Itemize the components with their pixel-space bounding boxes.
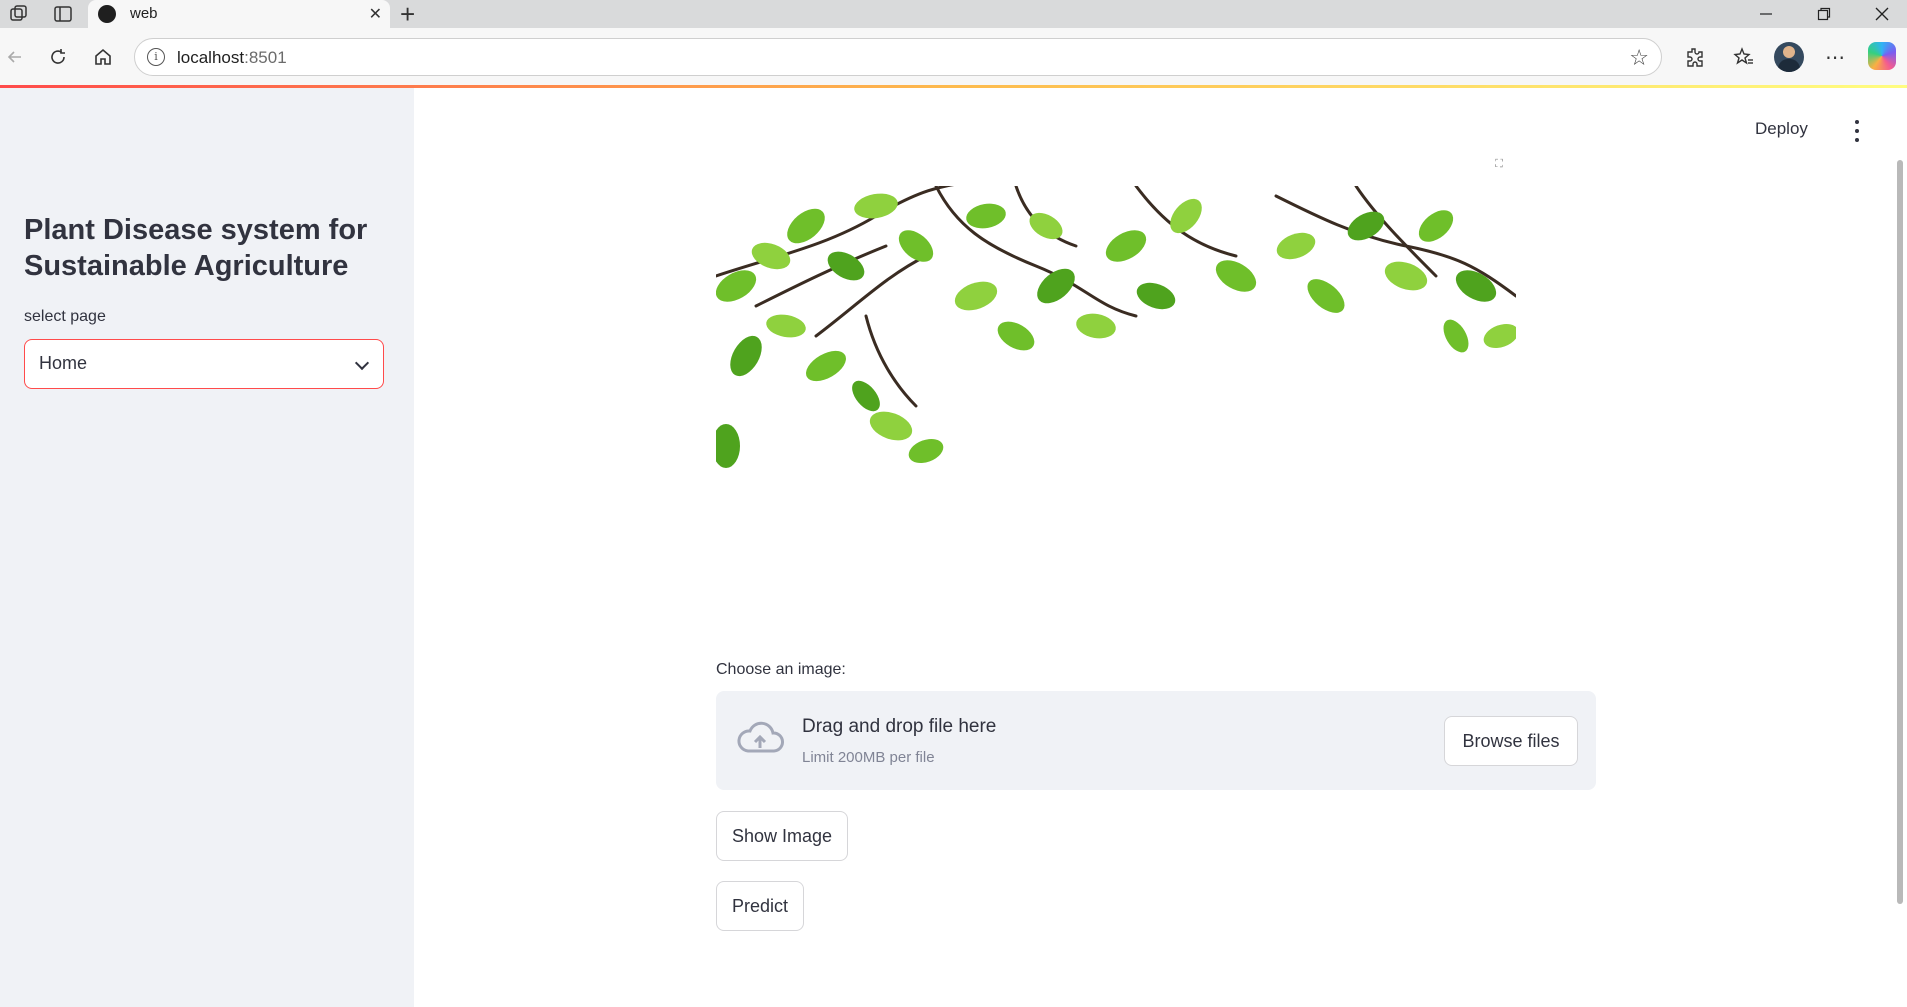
minimize-icon[interactable] [1741,0,1791,28]
extensions-icon[interactable] [1680,42,1710,72]
page-select-value: Home [39,353,88,373]
show-image-button[interactable]: Show Image [716,811,849,861]
page-select[interactable]: Home [24,339,384,389]
predict-button[interactable]: Predict [716,881,805,931]
main-menu-icon[interactable] [1852,120,1862,142]
cloud-upload-icon [737,721,784,753]
profile-avatar[interactable] [1774,42,1804,72]
upload-label: Choose an image: [716,661,846,678]
reload-icon[interactable] [45,44,71,70]
browse-files-button[interactable]: Browse files [1444,716,1578,766]
browser-tab-bar: web ✕ + [0,0,1907,28]
browser-tab[interactable]: web ✕ [88,0,390,28]
restore-icon[interactable] [1799,0,1849,28]
scrollbar[interactable] [1897,160,1903,904]
close-window-icon[interactable] [1857,0,1907,28]
copilot-icon[interactable] [1868,42,1896,70]
select-page-label: select page [24,308,106,325]
tab-close-icon[interactable]: ✕ [369,4,382,24]
url-text: localhost:8501 [177,48,287,67]
deploy-button[interactable]: Deploy [1755,119,1808,139]
home-icon[interactable] [90,44,116,70]
vertical-tabs-icon[interactable] [52,3,74,25]
new-tab-icon[interactable]: + [400,0,415,28]
workspaces-icon[interactable] [8,3,30,25]
dropzone-limit: Limit 200MB per file [802,749,935,766]
dropzone-title: Drag and drop file here [802,716,997,737]
fullscreen-icon[interactable]: ⛶ [1489,154,1509,174]
more-options-icon[interactable]: ⋯ [1820,42,1850,72]
address-bar[interactable]: i localhost:8501 ☆ [134,38,1662,76]
streamlit-favicon-icon [98,5,116,23]
favorite-star-icon[interactable]: ☆ [1629,45,1649,71]
chevron-down-icon [354,355,370,371]
back-icon[interactable] [2,44,28,70]
file-dropzone[interactable]: Drag and drop file here Limit 200MB per … [716,691,1596,790]
favorites-icon[interactable] [1729,42,1759,72]
sidebar-title: Plant Disease system for Sustainable Agr… [24,214,368,282]
site-info-icon[interactable]: i [147,48,165,66]
tab-title: web [130,5,158,22]
browser-nav-bar: i localhost:8501 ☆ ⋯ [0,28,1907,85]
leaves-banner-image [716,186,1516,500]
